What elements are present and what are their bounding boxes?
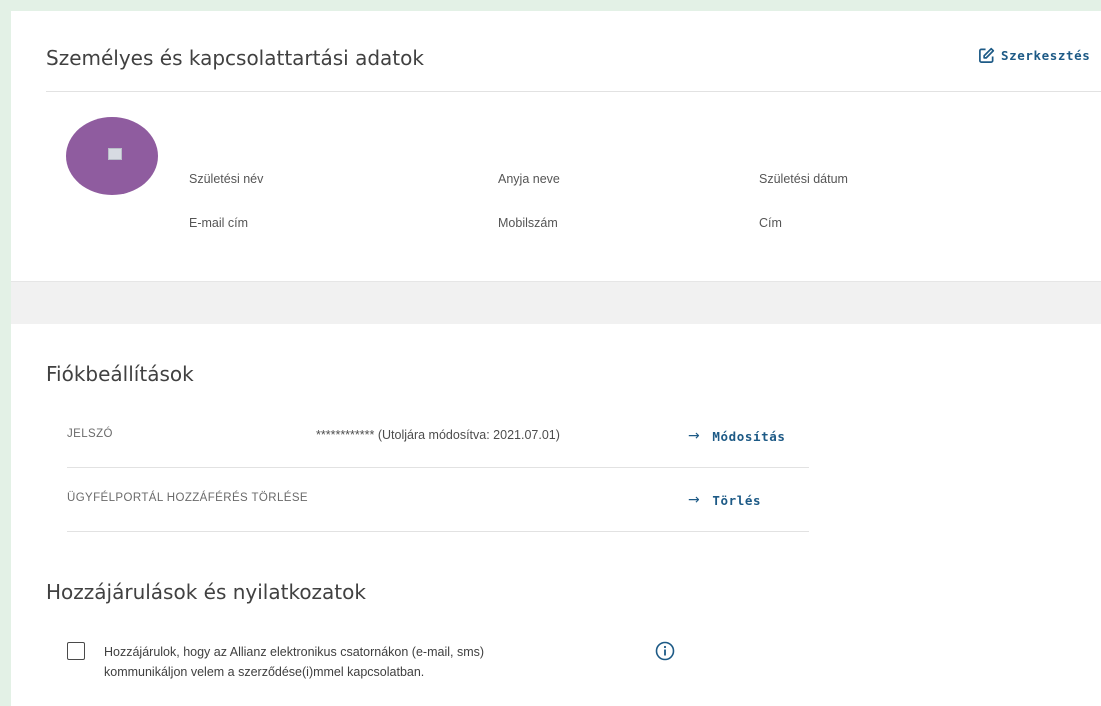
- delete-label: Törlés: [712, 492, 762, 508]
- field-label-address: Cím: [759, 216, 782, 230]
- section-separator: [11, 281, 1101, 325]
- modify-label: Módosítás: [712, 428, 786, 444]
- field-label-email: E-mail cím: [189, 216, 249, 230]
- edit-button[interactable]: Szerkesztés: [978, 47, 1090, 64]
- delete-access-label: ÜGYFÉLPORTÁL HOZZÁFÉRÉS TÖRLÉSE: [67, 492, 308, 504]
- modify-password-link[interactable]: → Módosítás: [688, 428, 785, 444]
- arrow-right-icon: →: [688, 428, 701, 444]
- consent-text-line2: kommunikáljon velem a szerződése(i)mmel …: [104, 665, 425, 679]
- account-settings-title: Fiókbeállítások: [46, 362, 194, 386]
- avatar: [66, 117, 158, 195]
- row-divider: [67, 467, 809, 468]
- edit-icon: [979, 47, 995, 63]
- consents-title: Hozzájárulások és nyilatkozatok: [46, 580, 366, 604]
- password-label: JELSZÓ: [67, 428, 113, 440]
- title-divider: [46, 91, 1101, 92]
- field-label-mobile: Mobilszám: [498, 216, 558, 230]
- field-label-birth-date: Születési dátum: [759, 172, 848, 186]
- consent-text-line1: Hozzájárulok, hogy az Allianz elektronik…: [104, 645, 485, 659]
- arrow-right-icon: →: [688, 492, 701, 508]
- field-label-mother-name: Anyja neve: [498, 172, 560, 186]
- personal-data-title: Személyes és kapcsolattartási adatok: [46, 46, 424, 70]
- field-label-birth-name: Születési név: [189, 172, 264, 186]
- row-divider: [67, 531, 809, 532]
- delete-access-link[interactable]: → Törlés: [688, 492, 761, 508]
- consent-checkbox[interactable]: [67, 642, 85, 660]
- edit-label: Szerkesztés: [1001, 48, 1091, 63]
- consent-text: Hozzájárulok, hogy az Allianz elektronik…: [104, 642, 624, 682]
- info-icon[interactable]: [655, 641, 675, 661]
- broken-image-icon: [108, 148, 122, 160]
- password-value: ************ (Utoljára módosítva: 2021.0…: [316, 428, 560, 442]
